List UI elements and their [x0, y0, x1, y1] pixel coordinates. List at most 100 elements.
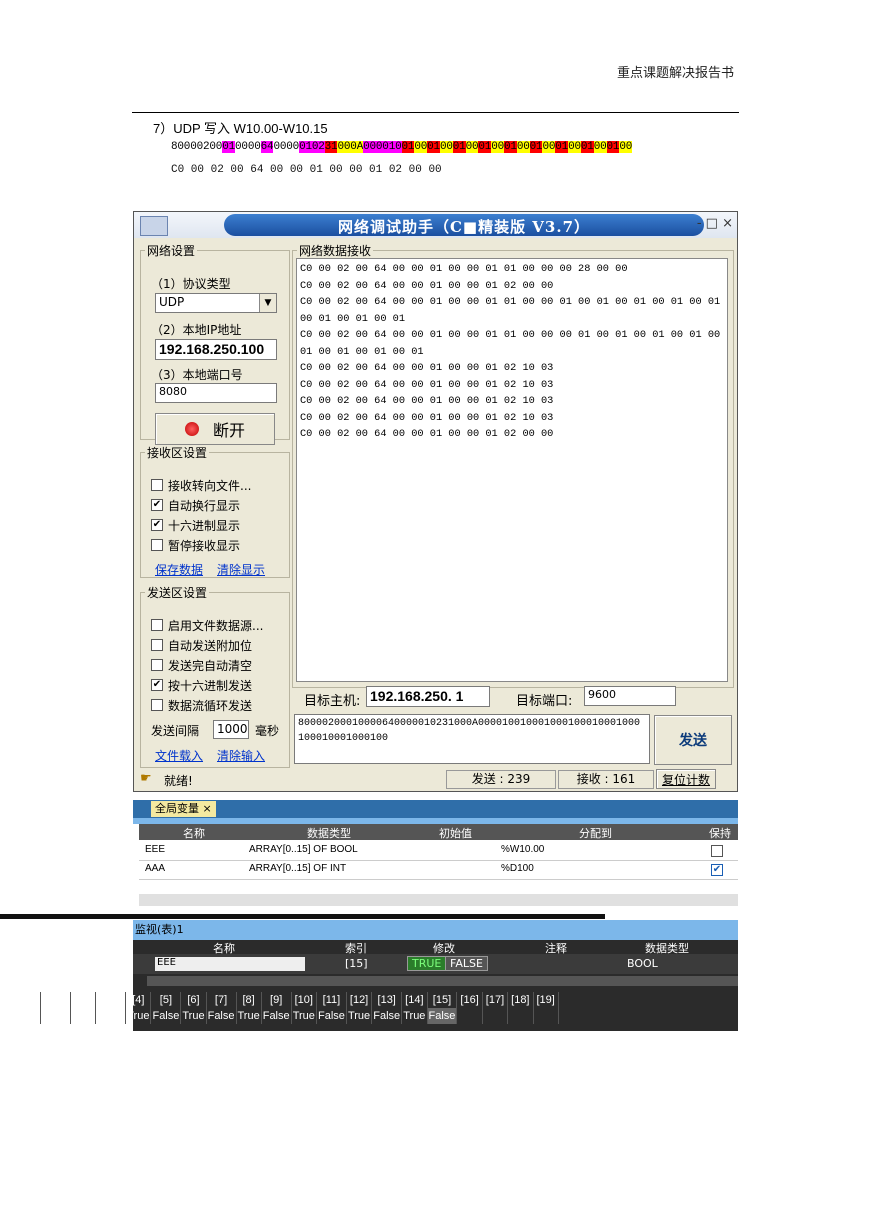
send-settings-legend: 发送区设置 [147, 586, 208, 600]
index-value [507, 1008, 534, 1024]
option-checkbox[interactable]: 自动发送附加位 [151, 635, 263, 655]
watch-row[interactable]: EEE [15] TRUE FALSE BOOL [133, 954, 738, 974]
tab-global-vars[interactable]: 全局变量 × [151, 801, 216, 817]
checkbox-box[interactable] [151, 539, 163, 551]
disconnect-button[interactable]: 断开 [155, 413, 275, 445]
checkbox-box[interactable]: ✔ [151, 519, 163, 531]
watch-scrollbar[interactable] [147, 976, 738, 986]
recv-line: C0 00 02 00 64 00 00 01 00 00 01 02 10 0… [300, 378, 554, 391]
horizontal-scrollbar[interactable] [139, 894, 738, 906]
index-label: [17] [482, 992, 509, 1008]
checkbox-box[interactable] [151, 699, 163, 711]
checkbox-box[interactable]: ✔ [151, 679, 163, 691]
table-row[interactable]: AAA ARRAY[0..15] OF INT %D100 ✔ [139, 860, 738, 880]
option-checkbox[interactable]: ✔ 按十六进制发送 [151, 675, 263, 695]
target-port-input[interactable]: 9600 [584, 686, 676, 706]
index-label: [0] [16, 992, 42, 1008]
index-label: [5] [150, 992, 182, 1008]
var-name: EEE [145, 844, 166, 855]
index-label: [15] [427, 992, 458, 1008]
col-assign: 分配到 [579, 827, 612, 840]
system-menu-icon[interactable] [140, 216, 168, 236]
index-label: [3] [95, 992, 127, 1008]
section-title: 7）UDP 写入 W10.00-W10.15 [153, 121, 328, 136]
hex-segment: 00 [439, 141, 453, 153]
col-retain: 保持 [709, 827, 731, 840]
checkbox-label: 暂停接收显示 [168, 538, 241, 553]
checkbox-label: 按十六进制发送 [168, 678, 253, 693]
index-value: False [371, 1008, 403, 1024]
hex-segment: 00 [491, 141, 505, 153]
index-value: True [291, 1008, 317, 1024]
interval-input[interactable]: 1000 [213, 720, 249, 739]
option-checkbox[interactable]: 启用文件数据源... [151, 615, 263, 635]
send-settings-group: 发送区设置 启用文件数据源... 自动发送附加位发送完自动清空 ✔ 按十六进制发送数据… [140, 584, 290, 768]
document-header: 重点课题解决报告书 [616, 66, 734, 81]
window-controls[interactable]: - □ × [673, 216, 733, 234]
retain-checkbox[interactable]: ✔ [711, 864, 723, 876]
hand-icon: ☛ [140, 771, 152, 786]
load-file-link[interactable]: 文件载入 [155, 747, 203, 764]
index-value: False [316, 1008, 347, 1024]
protocol-select[interactable]: UDP ▼ [155, 293, 277, 313]
checkbox-box[interactable] [151, 619, 163, 631]
save-data-link[interactable]: 保存数据 [155, 561, 203, 578]
watch-index: [15] [345, 957, 368, 970]
request-hex-line: 80000200010000640000010231000A0000100100… [171, 141, 632, 153]
local-port-input[interactable]: 8080 [155, 383, 277, 403]
disconnect-label: 断开 [212, 421, 245, 440]
index-label: [13] [371, 992, 403, 1008]
checkbox-label: 自动发送附加位 [168, 638, 253, 653]
ip-label: （2）本地IP地址 [151, 323, 242, 337]
recv-data-area[interactable]: C0 00 02 00 64 00 00 01 00 00 01 01 00 0… [296, 258, 728, 682]
target-host-input[interactable]: 192.168.250. 1 [366, 686, 490, 707]
recv-line: C0 00 02 00 64 00 00 01 00 00 01 02 00 0… [300, 428, 554, 440]
hex-segment: 01 [222, 141, 236, 153]
index-value: False [150, 1008, 182, 1024]
var-assign: %D100 [501, 863, 534, 874]
net-assistant-window: 网络调试助手（C■精装版 V3.7） - □ × 网络设置 （1）协议类型 UD… [133, 211, 738, 792]
false-button[interactable]: FALSE [445, 956, 488, 971]
target-host-label: 目标主机: [304, 694, 361, 709]
hex-segment: 01 [452, 141, 466, 153]
checkbox-box[interactable] [151, 639, 163, 651]
option-checkbox[interactable]: 发送完自动清空 [151, 655, 263, 675]
option-checkbox[interactable]: 数据流循环发送 [151, 695, 263, 715]
local-ip-input[interactable]: 192.168.250.100 [155, 339, 277, 360]
index-value: False [95, 1008, 127, 1024]
recv-line: C0 00 02 00 64 00 00 01 00 00 01 02 10 0… [300, 362, 554, 374]
watch-name[interactable]: EEE [155, 957, 305, 971]
send-text-area[interactable]: 80000200010000640000010231000A0000100100… [294, 714, 650, 764]
recv-settings-group: 接收区设置 接收转向文件... ✔ 自动换行显示 ✔ 十六进制显示 暂停接收显示 保存数据… [140, 444, 290, 578]
index-value: False [261, 1008, 292, 1024]
index-value: False [427, 1008, 458, 1024]
option-checkbox[interactable]: 接收转向文件... [151, 475, 251, 495]
checkbox-box[interactable] [151, 479, 163, 491]
checkbox-box[interactable] [151, 659, 163, 671]
send-button[interactable]: 发送 [654, 715, 732, 765]
recv-options: 接收转向文件... ✔ 自动换行显示 ✔ 十六进制显示暂停接收显示 [151, 475, 251, 555]
hex-segment: 01 [427, 141, 440, 153]
status-light-icon [184, 422, 199, 436]
clear-display-link[interactable]: 清除显示 [217, 561, 265, 578]
true-button[interactable]: TRUE [407, 956, 447, 971]
recv-data-text: C0 00 02 00 64 00 00 01 00 00 01 01 00 0… [300, 261, 724, 443]
index-label: [18] [507, 992, 534, 1008]
var-name: AAA [145, 863, 166, 874]
option-checkbox[interactable]: ✔ 自动换行显示 [151, 495, 251, 515]
clear-input-link[interactable]: 清除输入 [217, 747, 265, 764]
option-checkbox[interactable]: 暂停接收显示 [151, 535, 251, 555]
status-ready: 就绪! [164, 774, 193, 788]
index-label: [11] [316, 992, 347, 1008]
index-label: [12] [346, 992, 373, 1008]
checkbox-box[interactable]: ✔ [151, 499, 163, 511]
hex-segment: 00 [568, 141, 581, 153]
recv-counter: 接收 : 161 [558, 770, 654, 789]
reset-count-button[interactable]: 复位计数 [656, 769, 716, 789]
hex-segment: 01 [401, 141, 415, 153]
option-checkbox[interactable]: ✔ 十六进制显示 [151, 515, 251, 535]
retain-checkbox[interactable] [711, 845, 723, 857]
recv-line: C0 00 02 00 64 00 00 01 00 00 01 02 10 0… [300, 411, 554, 424]
table-row[interactable]: EEE ARRAY[0..15] OF BOOL %W10.00 [139, 841, 738, 861]
chevron-down-icon[interactable]: ▼ [259, 294, 276, 312]
